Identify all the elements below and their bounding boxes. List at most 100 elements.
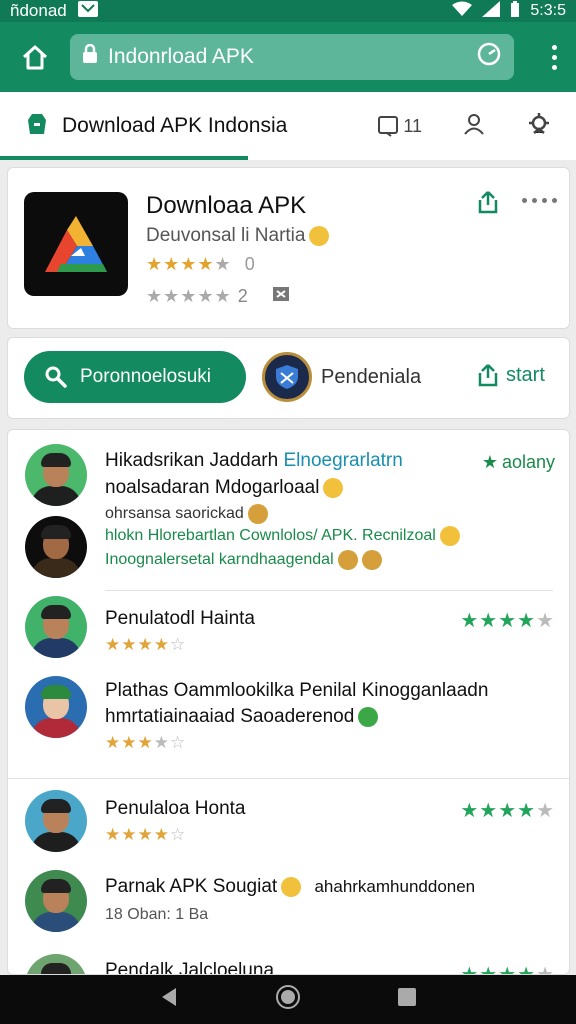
home-button[interactable] <box>10 32 60 82</box>
divider <box>8 778 569 779</box>
notification-icon <box>77 0 99 23</box>
signal-icon <box>482 0 501 22</box>
carrier-label: ñdonad <box>10 1 67 20</box>
reviews-card: Hikadsrikan Jaddarh Elnoegrarlatrn ★ aol… <box>7 429 570 975</box>
recents-button[interactable] <box>396 986 418 1013</box>
review-item[interactable]: Pendalk Jalcloeluna ★★★★★ <box>8 950 569 975</box>
emoji-icon <box>247 504 268 524</box>
review-tag: Elnoegrarlatrn <box>283 450 403 471</box>
system-nav-bar <box>0 975 576 1024</box>
lock-icon <box>82 43 98 70</box>
search-icon <box>45 366 67 388</box>
green-rating-stars: ★★★★★ <box>460 610 555 632</box>
user-icon <box>464 113 484 135</box>
download-button[interactable]: Poronnoelosuki <box>24 351 246 403</box>
app-rating-secondary: ★★★★★ 2 <box>146 285 290 308</box>
battery-icon <box>510 0 520 22</box>
flag-icon <box>272 285 290 308</box>
review-author: Parnak APK Sougiat <box>105 876 278 897</box>
overflow-menu-button[interactable] <box>542 32 566 82</box>
avatar <box>25 596 87 658</box>
review-item[interactable]: Plathas Oammlookilka Penilal Kinogganlaa… <box>8 668 569 768</box>
action-card: Poronnoelosuki Pendeniala start <box>7 337 570 419</box>
divider <box>105 590 553 591</box>
browser-toolbar: Indonrload APK <box>0 22 576 92</box>
gray-rating-stars: ★★★★★ <box>146 286 232 306</box>
review-author: Hikadsrikan Jaddarh <box>105 450 279 471</box>
messages-button[interactable]: 11 <box>377 115 422 137</box>
back-button[interactable] <box>158 986 180 1013</box>
review-title: Plathas Oammlookilka Penilal Kinogganlaa… <box>105 680 489 701</box>
review-text: hlokn Hlorebartlan Cownlolos/ APK. Recni… <box>105 526 460 546</box>
emoji-icon <box>439 526 460 546</box>
shield-icon <box>276 365 298 389</box>
review-text: hmrtatiainaaiad Saoaderenod <box>105 706 379 728</box>
share-icon <box>478 364 498 387</box>
share-button[interactable] <box>476 190 500 219</box>
start-label: start <box>506 363 545 386</box>
gear-icon <box>529 112 549 134</box>
review-author: Pendalk Jalcloeluna <box>105 960 275 975</box>
review-date: 18 Oban: 1 Ba <box>105 906 209 923</box>
avatar <box>25 676 87 738</box>
active-tab-indicator <box>0 156 248 160</box>
profile-button[interactable] <box>462 112 486 141</box>
home-nav-button[interactable] <box>275 984 301 1015</box>
rating-stars: ★★★★★ <box>146 254 232 274</box>
review-badge: ★ aolany <box>482 452 555 473</box>
review-line: Inoognalersetal karndhaagendal <box>105 551 334 569</box>
back-icon <box>161 988 176 1006</box>
review-item[interactable]: Parnak APK Sougiat ahahrkamhunddonen 18 … <box>8 866 569 946</box>
badge-avatar[interactable] <box>262 352 312 402</box>
green-rating-stars: ★★★★★ <box>460 800 555 822</box>
rating-value: 0 <box>244 254 255 274</box>
gold-rating-stars: ★★★★☆ <box>105 733 187 752</box>
share-icon <box>478 191 498 214</box>
avatar <box>25 790 87 852</box>
page-title: Download APK Indonsia <box>62 114 288 137</box>
url-text: Indonrload APK <box>108 45 254 68</box>
page-header: Download APK Indonsia 11 <box>0 92 576 160</box>
refresh-icon[interactable] <box>476 41 502 73</box>
settings-button[interactable] <box>526 111 552 142</box>
review-item[interactable]: Penulaloa Honta ★★★★★ ★★★★☆ <box>8 786 569 862</box>
url-bar[interactable]: Indonrload APK <box>70 34 514 80</box>
rating2-value: 2 <box>237 286 248 306</box>
status-bar: ñdonad 5:3:5 <box>0 0 576 22</box>
review-line: hmrtatiainaaiad Saoaderenod <box>105 706 355 727</box>
secondary-label[interactable]: Pendeniala <box>321 366 421 389</box>
gold-rating-stars: ★★★★☆ <box>105 635 187 654</box>
review-item[interactable]: Hikadsrikan Jaddarh Elnoegrarlatrn ★ aol… <box>8 430 569 590</box>
emoji-icon <box>337 550 358 570</box>
review-text: Inoognalersetal karndhaagendal <box>105 550 382 570</box>
gold-rating-stars: ★★★★☆ <box>105 825 187 844</box>
review-author: Penulaloa Honta <box>105 798 246 819</box>
review-stars: ★★★★☆ <box>105 732 186 754</box>
start-button[interactable]: start <box>476 363 545 387</box>
review-stars: ★★★★☆ <box>105 824 186 846</box>
square-icon <box>398 988 417 1006</box>
avatar <box>25 516 87 578</box>
app-card: Downloaa APK Deuvonsal li Nartia ★★★★★ 0… <box>7 167 570 329</box>
app-icon[interactable] <box>24 192 128 296</box>
avatar <box>25 870 87 932</box>
more-options-button[interactable] <box>522 198 557 203</box>
review-rating: ★★★★★ <box>460 962 555 974</box>
review-text: noalsadaran Mdogarloaal <box>105 477 344 499</box>
app-name: Downloaa APK <box>146 192 307 219</box>
review-line: hlokn Hlorebartlan Cownlolos/ APK. Recni… <box>105 527 436 545</box>
emoji-icon <box>281 876 302 897</box>
app-developer-text: Deuvonsal li Nartia <box>146 225 306 246</box>
avatar <box>25 444 87 506</box>
emoji-icon <box>358 706 379 727</box>
home-icon <box>22 45 48 70</box>
review-stars: ★★★★☆ <box>105 634 186 656</box>
review-rating: ★★★★★ <box>460 608 555 633</box>
avatar <box>25 954 87 974</box>
emoji-icon <box>361 550 382 570</box>
emoji-icon <box>323 477 344 498</box>
review-text: Hikadsrikan Jaddarh Elnoegrarlatrn <box>105 450 403 472</box>
review-item[interactable]: Penulatodl Hainta ★★★★★ ★★★★☆ <box>8 592 569 668</box>
smile-emoji-icon <box>309 225 330 246</box>
review-text: ohrsansa saorickad <box>105 504 268 524</box>
